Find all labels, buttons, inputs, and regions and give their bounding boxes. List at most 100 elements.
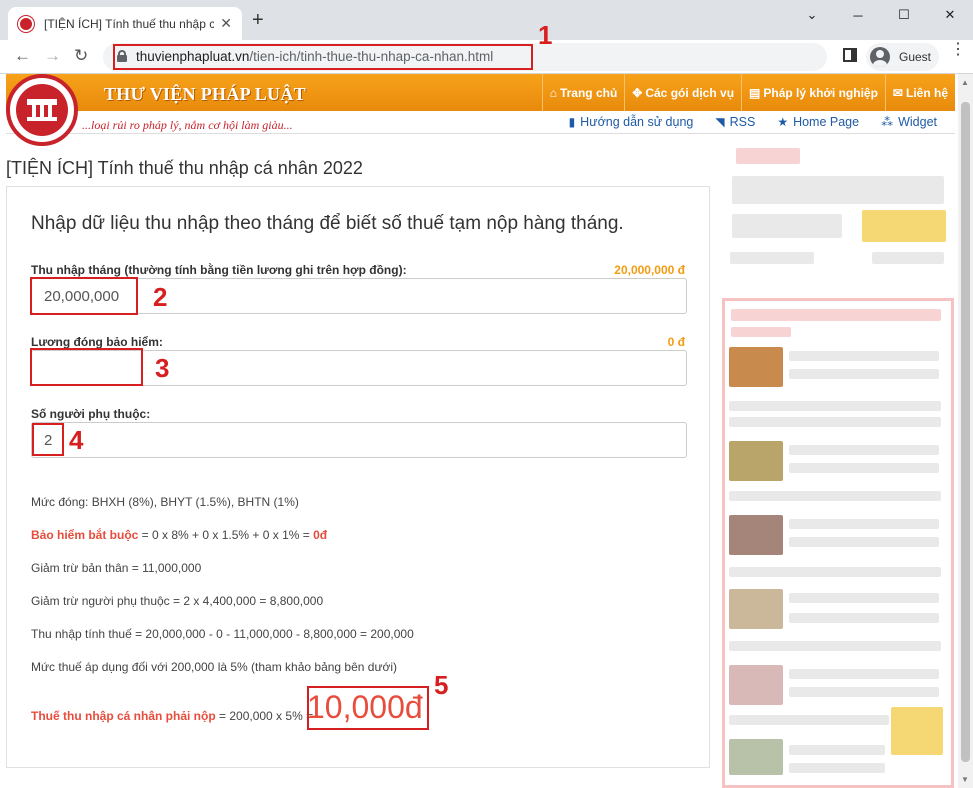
profile-label: Guest bbox=[899, 50, 932, 64]
window-controls: ⌄ ─ ☐ ✕ bbox=[789, 0, 973, 30]
blurred-block bbox=[731, 309, 941, 321]
tab-close-icon[interactable]: ✕ bbox=[220, 15, 232, 32]
site-logo[interactable] bbox=[6, 74, 78, 146]
back-button[interactable]: ← bbox=[14, 46, 31, 66]
scroll-up-icon[interactable]: ▲ bbox=[961, 78, 969, 87]
annotation-number-1: 1 bbox=[538, 20, 553, 50]
dropbox-icon: ✥ bbox=[632, 85, 643, 100]
site-favicon-icon bbox=[18, 15, 34, 32]
blurred-block bbox=[891, 707, 943, 755]
blurred-block bbox=[732, 214, 842, 238]
blurred-block bbox=[729, 567, 941, 577]
annotation-number-2: 2 bbox=[153, 282, 168, 312]
blurred-block bbox=[789, 519, 939, 529]
star-icon: ★ bbox=[777, 115, 789, 129]
blurred-block bbox=[736, 148, 800, 164]
reload-button[interactable]: ↻ bbox=[74, 46, 88, 66]
blurred-block bbox=[729, 401, 941, 411]
blurred-block bbox=[789, 613, 939, 623]
profile-button[interactable]: Guest bbox=[866, 43, 939, 71]
minimize-button[interactable]: ─ bbox=[835, 0, 881, 30]
taxable-income-line: Thu nhập tính thuế = 20,000,000 - 0 - 11… bbox=[31, 627, 414, 641]
blurred-thumbnail bbox=[729, 441, 783, 481]
nav-item-contact[interactable]: ✉ Liên hệ bbox=[884, 74, 955, 111]
tab-search-chevron-icon[interactable]: ⌄ bbox=[789, 0, 835, 30]
blurred-thumbnail bbox=[729, 665, 783, 705]
envelope-icon: ✉ bbox=[892, 85, 903, 100]
blurred-block bbox=[729, 715, 889, 725]
avatar-icon bbox=[870, 47, 890, 67]
blurred-block bbox=[731, 327, 791, 337]
book-icon: ▮ bbox=[568, 115, 576, 129]
close-window-button[interactable]: ✕ bbox=[927, 0, 973, 30]
rss-icon: ◥ bbox=[715, 115, 725, 129]
annotation-box-income bbox=[30, 277, 138, 315]
blurred-block bbox=[729, 641, 941, 651]
maximize-button[interactable]: ☐ bbox=[881, 0, 927, 30]
blurred-block bbox=[789, 369, 939, 379]
blurred-block bbox=[729, 417, 941, 427]
blurred-block bbox=[789, 669, 939, 679]
blurred-block bbox=[789, 745, 885, 755]
blurred-block bbox=[789, 463, 939, 473]
nav-item-service-packages[interactable]: ✥ Các gói dịch vụ bbox=[624, 74, 741, 111]
blurred-thumbnail bbox=[729, 347, 783, 387]
blurred-block bbox=[789, 351, 939, 361]
annotation-number-4: 4 bbox=[69, 425, 84, 455]
nav-item-startup-legal[interactable]: ▤ Pháp lý khởi nghiệp bbox=[741, 74, 885, 111]
scroll-down-icon[interactable]: ▼ bbox=[961, 775, 969, 784]
side-panel-icon[interactable] bbox=[843, 48, 857, 62]
browser-tab-bar: [TIỆN ÍCH] Tính thuế thu nhập cá nhân 20… bbox=[0, 0, 973, 40]
sub-navigation: ▮ Hướng dẫn sử dụng ◥ RSS ★ Home Page ⁂ Widg… bbox=[569, 115, 937, 129]
dependents-input[interactable] bbox=[31, 422, 687, 458]
page-title: [TIỆN ÍCH] Tính thuế thu nhập cá nhân 20… bbox=[6, 158, 363, 178]
subnav-rss[interactable]: ◥ RSS bbox=[715, 115, 755, 129]
blurred-block bbox=[729, 491, 941, 501]
insurance-salary-label: Lương đóng bảo hiểm: bbox=[31, 335, 163, 349]
insurance-display-value: 0 đ bbox=[667, 335, 685, 349]
income-label: Thu nhập tháng (thường tính bằng tiền lư… bbox=[31, 263, 407, 277]
blurred-thumbnail bbox=[729, 515, 783, 555]
blurred-block bbox=[862, 210, 946, 242]
annotation-box-url bbox=[113, 44, 533, 70]
site-slogan: ...loại rủi ro pháp lý, nắm cơ hội làm g… bbox=[82, 118, 293, 132]
blurred-block bbox=[789, 763, 885, 773]
tax-calculator-panel: Nhập dữ liệu thu nhập theo tháng để biết… bbox=[6, 186, 710, 768]
browser-menu-icon[interactable]: ⋮ bbox=[950, 42, 966, 58]
annotation-number-5: 5 bbox=[434, 670, 449, 700]
dependent-deduction-line: Giảm trừ người phụ thuộc = 2 x 4,400,000… bbox=[31, 594, 324, 608]
calculator-heading: Nhập dữ liệu thu nhập theo tháng để biết… bbox=[31, 213, 624, 234]
nav-item-home[interactable]: ⌂ Trang chủ bbox=[541, 74, 625, 111]
scroll-thumb[interactable] bbox=[961, 102, 970, 762]
site-title[interactable]: THƯ VIỆN PHÁP LUẬT bbox=[104, 84, 306, 105]
home-icon: ⌂ bbox=[549, 85, 557, 100]
blurred-article-list bbox=[722, 298, 954, 788]
page-scrollbar[interactable]: ▲ ▼ bbox=[958, 74, 973, 788]
blurred-block bbox=[732, 176, 944, 204]
browser-tab[interactable]: [TIỆN ÍCH] Tính thuế thu nhập cá nhân 20… bbox=[8, 7, 242, 40]
right-sidebar bbox=[722, 140, 954, 788]
mandatory-insurance-line: Bảo hiểm bắt buộc = 0 x 8% + 0 x 1.5% + … bbox=[31, 528, 328, 542]
subnav-user-guide[interactable]: ▮ Hướng dẫn sử dụng bbox=[569, 115, 694, 129]
annotation-box-result bbox=[307, 686, 429, 730]
blurred-block bbox=[789, 445, 939, 455]
blurred-block bbox=[872, 252, 944, 264]
sitemap-icon: ⁂ bbox=[881, 115, 894, 129]
blurred-block bbox=[789, 537, 939, 547]
temple-icon bbox=[27, 99, 57, 121]
new-tab-button[interactable]: + bbox=[252, 10, 264, 30]
card-icon: ▤ bbox=[749, 85, 761, 100]
blurred-thumbnail bbox=[729, 589, 783, 629]
contribution-rates-line: Mức đóng: BHXH (8%), BHYT (1.5%), BHTN (… bbox=[31, 495, 299, 509]
tab-title: [TIỆN ÍCH] Tính thuế thu nhập cá nhân 20… bbox=[44, 16, 214, 31]
annotation-box-dependents bbox=[32, 423, 64, 456]
annotation-box-insurance bbox=[30, 348, 143, 386]
subnav-widget[interactable]: ⁂ Widget bbox=[881, 115, 937, 129]
site-header: THƯ VIỆN PHÁP LUẬT ...loại rủi ro pháp l… bbox=[6, 74, 955, 146]
self-deduction-line: Giảm trừ bản thân = 11,000,000 bbox=[31, 561, 202, 575]
subnav-home-page[interactable]: ★ Home Page bbox=[777, 115, 859, 129]
blurred-thumbnail bbox=[729, 739, 783, 775]
top-navigation: ⌂ Trang chủ ✥ Các gói dịch vụ ▤ Pháp lý khở… bbox=[541, 74, 955, 111]
forward-button[interactable]: → bbox=[44, 46, 61, 66]
blurred-block bbox=[730, 252, 814, 264]
